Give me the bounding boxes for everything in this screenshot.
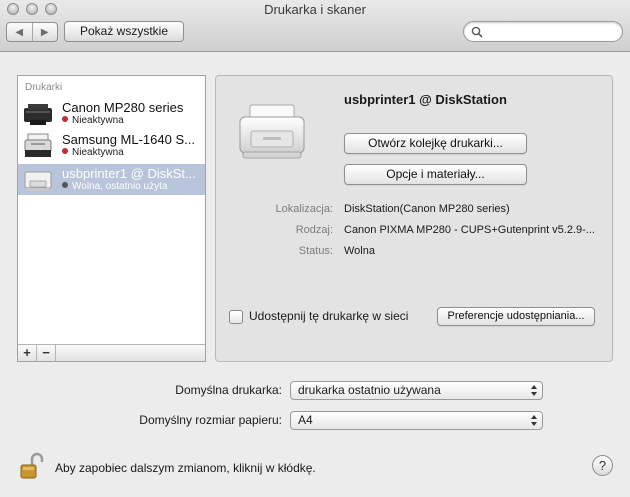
navigation-segmented-control: ◀ ▶ <box>6 22 58 42</box>
status-label: Status: <box>298 245 333 257</box>
updown-arrows-icon <box>531 385 537 396</box>
printer-item-samsung-ml1640[interactable]: Samsung ML-1640 S... Nieaktywna <box>18 130 205 161</box>
printer-item-name: Samsung ML-1640 S... <box>62 132 195 147</box>
sharing-preferences-button[interactable]: Preferencje udostępniania... <box>437 307 595 326</box>
printer-item-name: usbprinter1 @ DiskSt... <box>62 166 196 181</box>
add-printer-button[interactable]: + <box>18 345 37 361</box>
search-icon <box>471 26 483 38</box>
lock-instructions-text: Aby zapobiec dalszym zmianom, kliknij w … <box>55 461 316 475</box>
printer-list-header: Drukarki <box>25 82 63 93</box>
updown-arrows-icon <box>531 415 537 426</box>
kind-value: Canon PIXMA MP280 - CUPS+Gutenprint v5.2… <box>344 224 595 236</box>
generic-printer-icon <box>24 171 52 191</box>
share-printer-label[interactable]: Udostępnij tę drukarkę w sieci <box>249 309 408 323</box>
printer-item-canon-mp280[interactable]: Canon MP280 series Nieaktywna <box>18 98 205 129</box>
title-bar: Drukarka i skaner ◀ ▶ Pokaż wszystkie <box>0 0 630 52</box>
inkjet-printer-icon <box>24 104 52 125</box>
printer-item-status-text: Wolna, ostatnio użyta <box>72 181 168 192</box>
printers-scanners-window: Drukarka i skaner ◀ ▶ Pokaż wszystkie Dr… <box>0 0 630 497</box>
search-field[interactable] <box>463 21 623 42</box>
status-dot-icon <box>62 148 68 155</box>
printer-detail-panel: usbprinter1 @ DiskStation Otwórz kolejkę… <box>215 75 613 362</box>
default-printer-value: drukarka ostatnio używana <box>298 383 441 397</box>
status-dot-icon <box>62 116 68 123</box>
lock-open-icon[interactable] <box>19 452 45 480</box>
default-paper-size-label: Domyślny rozmiar papieru: <box>139 413 282 427</box>
location-value: DiskStation(Canon MP280 series) <box>344 203 510 215</box>
forward-arrow-icon[interactable]: ▶ <box>31 23 58 41</box>
kind-label: Rodzaj: <box>295 224 333 236</box>
printer-detail-title: usbprinter1 @ DiskStation <box>344 92 507 107</box>
help-button[interactable]: ? <box>592 455 613 476</box>
printer-item-name: Canon MP280 series <box>62 100 184 115</box>
printer-item-status-text: Nieaktywna <box>72 115 124 126</box>
share-printer-checkbox[interactable] <box>229 310 243 324</box>
printer-item-status: Nieaktywna <box>62 115 124 126</box>
options-supplies-button[interactable]: Opcje i materiały... <box>344 164 527 185</box>
printer-large-icon <box>239 104 305 159</box>
printer-item-status-text: Nieaktywna <box>72 147 124 158</box>
default-printer-label: Domyślna drukarka: <box>175 383 282 397</box>
status-dot-icon <box>62 182 68 189</box>
default-paper-size-value: A4 <box>298 413 313 427</box>
laser-printer-icon <box>24 133 52 157</box>
printer-item-usbprinter1[interactable]: usbprinter1 @ DiskSt... Wolna, ostatnio … <box>18 164 205 195</box>
printer-item-status: Wolna, ostatnio użyta <box>62 181 167 192</box>
back-arrow-icon[interactable]: ◀ <box>7 23 32 41</box>
status-value: Wolna <box>344 245 375 257</box>
location-label: Lokalizacja: <box>275 203 333 215</box>
open-print-queue-button[interactable]: Otwórz kolejkę drukarki... <box>344 133 527 154</box>
printer-list-footer: + − <box>18 344 205 361</box>
window-title: Drukarka i skaner <box>264 2 366 17</box>
default-printer-select[interactable]: drukarka ostatnio używana <box>290 381 543 400</box>
show-all-button[interactable]: Pokaż wszystkie <box>64 21 184 42</box>
printer-list: Drukarki Canon MP280 series Nieaktywna S… <box>17 75 206 362</box>
default-paper-size-select[interactable]: A4 <box>290 411 543 430</box>
remove-printer-button[interactable]: − <box>37 345 56 361</box>
printer-item-status: Nieaktywna <box>62 147 124 158</box>
